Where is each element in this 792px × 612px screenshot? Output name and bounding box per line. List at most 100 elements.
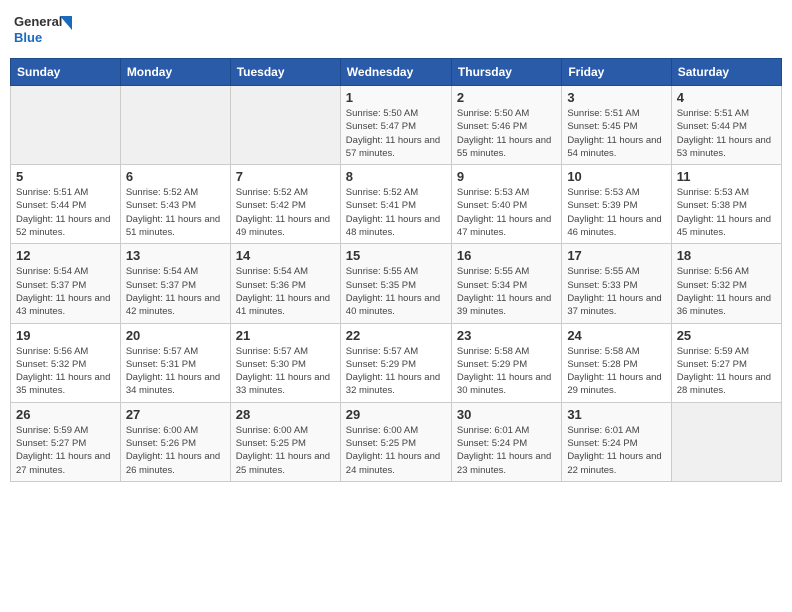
day-number: 23 [457,328,556,343]
day-cell [230,86,340,165]
day-cell: 18 Sunrise: 5:56 AM Sunset: 5:32 PM Dayli… [671,244,781,323]
day-number: 1 [346,90,446,105]
week-row-3: 12 Sunrise: 5:54 AM Sunset: 5:37 PM Dayli… [11,244,782,323]
week-row-1: 1 Sunrise: 5:50 AM Sunset: 5:47 PM Daylig… [11,86,782,165]
day-cell: 29 Sunrise: 6:00 AM Sunset: 5:25 PM Dayli… [340,402,451,481]
day-info: Sunrise: 5:54 AM Sunset: 5:36 PM Dayligh… [236,265,335,318]
day-number: 22 [346,328,446,343]
weekday-header-monday: Monday [120,59,230,86]
logo-svg: GeneralBlue [14,10,74,50]
day-info: Sunrise: 5:58 AM Sunset: 5:28 PM Dayligh… [567,345,665,398]
day-info: Sunrise: 5:58 AM Sunset: 5:29 PM Dayligh… [457,345,556,398]
day-info: Sunrise: 5:56 AM Sunset: 5:32 PM Dayligh… [16,345,115,398]
day-cell: 25Sunrise: 5:59 AM Sunset: 5:27 PM Dayli… [671,323,781,402]
day-number: 15 [346,248,446,263]
day-info: Sunrise: 5:52 AM Sunset: 5:42 PM Dayligh… [236,186,335,239]
day-info: Sunrise: 6:00 AM Sunset: 5:25 PM Dayligh… [236,424,335,477]
day-number: 6 [126,169,225,184]
day-number: 27 [126,407,225,422]
day-cell: 24 Sunrise: 5:58 AM Sunset: 5:28 PM Dayli… [562,323,671,402]
day-cell [671,402,781,481]
day-info: Sunrise: 5:51 AM Sunset: 5:44 PM Dayligh… [16,186,115,239]
weekday-header-wednesday: Wednesday [340,59,451,86]
day-cell: 27 Sunrise: 6:00 AM Sunset: 5:26 PM Dayli… [120,402,230,481]
day-number: 7 [236,169,335,184]
day-cell: 16Sunrise: 5:55 AM Sunset: 5:34 PM Dayli… [451,244,561,323]
day-cell: 22 Sunrise: 5:57 AM Sunset: 5:29 PM Dayli… [340,323,451,402]
day-info: Sunrise: 6:01 AM Sunset: 5:24 PM Dayligh… [567,424,665,477]
day-info: Sunrise: 5:55 AM Sunset: 5:33 PM Dayligh… [567,265,665,318]
day-cell: 15 Sunrise: 5:55 AM Sunset: 5:35 PM Dayli… [340,244,451,323]
day-number: 10 [567,169,665,184]
day-number: 17 [567,248,665,263]
day-number: 8 [346,169,446,184]
weekday-header-row: SundayMondayTuesdayWednesdayThursdayFrid… [11,59,782,86]
day-cell: 13Sunrise: 5:54 AM Sunset: 5:37 PM Dayli… [120,244,230,323]
day-info: Sunrise: 5:50 AM Sunset: 5:46 PM Dayligh… [457,107,556,160]
day-cell: 26 Sunrise: 5:59 AM Sunset: 5:27 PM Dayli… [11,402,121,481]
day-info: Sunrise: 5:53 AM Sunset: 5:38 PM Dayligh… [677,186,776,239]
weekday-header-friday: Friday [562,59,671,86]
day-info: Sunrise: 5:59 AM Sunset: 5:27 PM Dayligh… [16,424,115,477]
day-cell: 9Sunrise: 5:53 AM Sunset: 5:40 PM Daylig… [451,165,561,244]
day-cell: 8 Sunrise: 5:52 AM Sunset: 5:41 PM Daylig… [340,165,451,244]
day-cell: 31Sunrise: 6:01 AM Sunset: 5:24 PM Dayli… [562,402,671,481]
day-number: 12 [16,248,115,263]
day-number: 30 [457,407,556,422]
day-number: 2 [457,90,556,105]
day-cell: 20 Sunrise: 5:57 AM Sunset: 5:31 PM Dayli… [120,323,230,402]
weekday-header-saturday: Saturday [671,59,781,86]
day-number: 11 [677,169,776,184]
weekday-header-thursday: Thursday [451,59,561,86]
day-info: Sunrise: 5:55 AM Sunset: 5:35 PM Dayligh… [346,265,446,318]
day-number: 4 [677,90,776,105]
day-info: Sunrise: 5:53 AM Sunset: 5:39 PM Dayligh… [567,186,665,239]
day-cell: 17 Sunrise: 5:55 AM Sunset: 5:33 PM Dayli… [562,244,671,323]
day-info: Sunrise: 6:01 AM Sunset: 5:24 PM Dayligh… [457,424,556,477]
day-cell: 2 Sunrise: 5:50 AM Sunset: 5:46 PM Daylig… [451,86,561,165]
day-info: Sunrise: 5:56 AM Sunset: 5:32 PM Dayligh… [677,265,776,318]
page-header: GeneralBlue [10,10,782,50]
weekday-header-tuesday: Tuesday [230,59,340,86]
day-number: 26 [16,407,115,422]
day-number: 18 [677,248,776,263]
week-row-5: 26 Sunrise: 5:59 AM Sunset: 5:27 PM Dayli… [11,402,782,481]
day-info: Sunrise: 5:57 AM Sunset: 5:29 PM Dayligh… [346,345,446,398]
day-info: Sunrise: 5:52 AM Sunset: 5:43 PM Dayligh… [126,186,225,239]
week-row-4: 19Sunrise: 5:56 AM Sunset: 5:32 PM Dayli… [11,323,782,402]
day-info: Sunrise: 5:59 AM Sunset: 5:27 PM Dayligh… [677,345,776,398]
weekday-header-sunday: Sunday [11,59,121,86]
day-cell: 21 Sunrise: 5:57 AM Sunset: 5:30 PM Dayli… [230,323,340,402]
day-info: Sunrise: 5:51 AM Sunset: 5:45 PM Dayligh… [567,107,665,160]
day-number: 5 [16,169,115,184]
day-info: Sunrise: 5:50 AM Sunset: 5:47 PM Dayligh… [346,107,446,160]
day-number: 20 [126,328,225,343]
day-info: Sunrise: 5:57 AM Sunset: 5:31 PM Dayligh… [126,345,225,398]
day-info: Sunrise: 5:51 AM Sunset: 5:44 PM Dayligh… [677,107,776,160]
day-number: 24 [567,328,665,343]
day-info: Sunrise: 5:57 AM Sunset: 5:30 PM Dayligh… [236,345,335,398]
day-cell: 3Sunrise: 5:51 AM Sunset: 5:45 PM Daylig… [562,86,671,165]
day-info: Sunrise: 5:54 AM Sunset: 5:37 PM Dayligh… [16,265,115,318]
day-number: 16 [457,248,556,263]
day-cell: 1 Sunrise: 5:50 AM Sunset: 5:47 PM Daylig… [340,86,451,165]
day-info: Sunrise: 5:52 AM Sunset: 5:41 PM Dayligh… [346,186,446,239]
day-cell: 6 Sunrise: 5:52 AM Sunset: 5:43 PM Daylig… [120,165,230,244]
day-cell: 12 Sunrise: 5:54 AM Sunset: 5:37 PM Dayli… [11,244,121,323]
day-number: 21 [236,328,335,343]
day-cell: 5 Sunrise: 5:51 AM Sunset: 5:44 PM Daylig… [11,165,121,244]
day-info: Sunrise: 5:54 AM Sunset: 5:37 PM Dayligh… [126,265,225,318]
day-number: 29 [346,407,446,422]
day-number: 14 [236,248,335,263]
day-cell: 4 Sunrise: 5:51 AM Sunset: 5:44 PM Daylig… [671,86,781,165]
logo: GeneralBlue [14,10,74,50]
day-info: Sunrise: 6:00 AM Sunset: 5:26 PM Dayligh… [126,424,225,477]
week-row-2: 5 Sunrise: 5:51 AM Sunset: 5:44 PM Daylig… [11,165,782,244]
calendar-table: SundayMondayTuesdayWednesdayThursdayFrid… [10,58,782,482]
day-cell [11,86,121,165]
day-cell: 28Sunrise: 6:00 AM Sunset: 5:25 PM Dayli… [230,402,340,481]
day-cell: 19Sunrise: 5:56 AM Sunset: 5:32 PM Dayli… [11,323,121,402]
day-info: Sunrise: 6:00 AM Sunset: 5:25 PM Dayligh… [346,424,446,477]
day-cell: 11 Sunrise: 5:53 AM Sunset: 5:38 PM Dayli… [671,165,781,244]
svg-text:General: General [14,14,62,29]
